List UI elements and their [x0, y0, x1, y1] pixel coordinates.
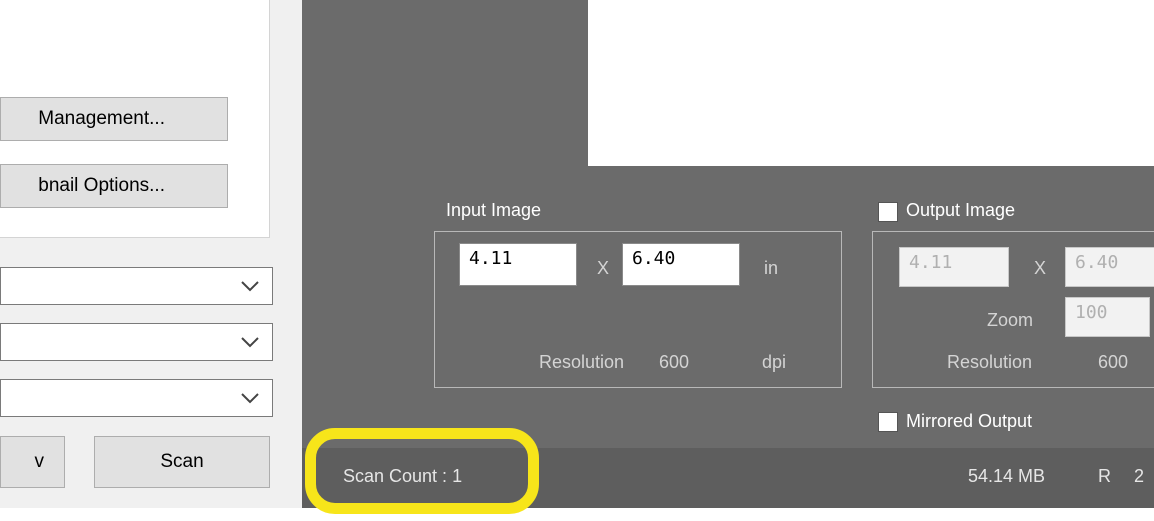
input-image-label: Input Image — [446, 200, 542, 220]
output-image-checkbox[interactable] — [878, 202, 898, 222]
bottom-strip — [0, 508, 1154, 521]
output-resolution-value: 600 — [1098, 352, 1129, 372]
chevron-down-icon — [241, 281, 259, 292]
output-width-field[interactable]: 4.11 — [899, 247, 1009, 287]
input-resolution-unit: dpi — [762, 352, 787, 372]
input-x-separator: X — [597, 258, 610, 278]
highlight-annotation — [305, 428, 539, 514]
management-button[interactable]: Management... — [0, 97, 228, 141]
zoom-label: Zoom — [987, 310, 1034, 330]
output-image-label: Output Image — [906, 200, 1016, 220]
output-x-separator: X — [1034, 258, 1047, 278]
thumbnail-options-button[interactable]: bnail Options... — [0, 164, 228, 208]
mirrored-output-label: Mirrored Output — [906, 411, 1033, 431]
output-resolution-label: Resolution — [947, 352, 1033, 372]
chevron-down-icon — [241, 337, 259, 348]
preview-button[interactable]: v — [0, 436, 65, 488]
output-height-field[interactable]: 6.40 — [1065, 247, 1154, 287]
input-height-field[interactable]: 6.40 — [622, 243, 740, 286]
input-unit-label: in — [764, 258, 779, 278]
channel-value: 2 — [1134, 466, 1145, 486]
mirrored-output-checkbox[interactable] — [878, 412, 898, 432]
channel-label: R — [1098, 466, 1111, 486]
input-resolution-value: 600 — [659, 352, 690, 372]
zoom-field[interactable]: 100 — [1065, 297, 1150, 337]
input-width-field[interactable]: 4.11 — [459, 243, 577, 286]
combo-3[interactable] — [0, 379, 273, 417]
thumbnail-options-label: bnail Options... — [38, 175, 165, 196]
memory-usage: 54.14 MB — [968, 466, 1046, 486]
input-resolution-label: Resolution — [539, 352, 625, 372]
management-button-label: Management... — [38, 108, 165, 129]
scan-button[interactable]: Scan — [94, 436, 270, 488]
combo-1[interactable] — [0, 267, 273, 305]
preview-button-label: v — [34, 451, 45, 472]
combo-2[interactable] — [0, 323, 273, 361]
scan-button-label: Scan — [160, 451, 204, 472]
chevron-down-icon — [241, 393, 259, 404]
preview-area — [588, 0, 1154, 166]
